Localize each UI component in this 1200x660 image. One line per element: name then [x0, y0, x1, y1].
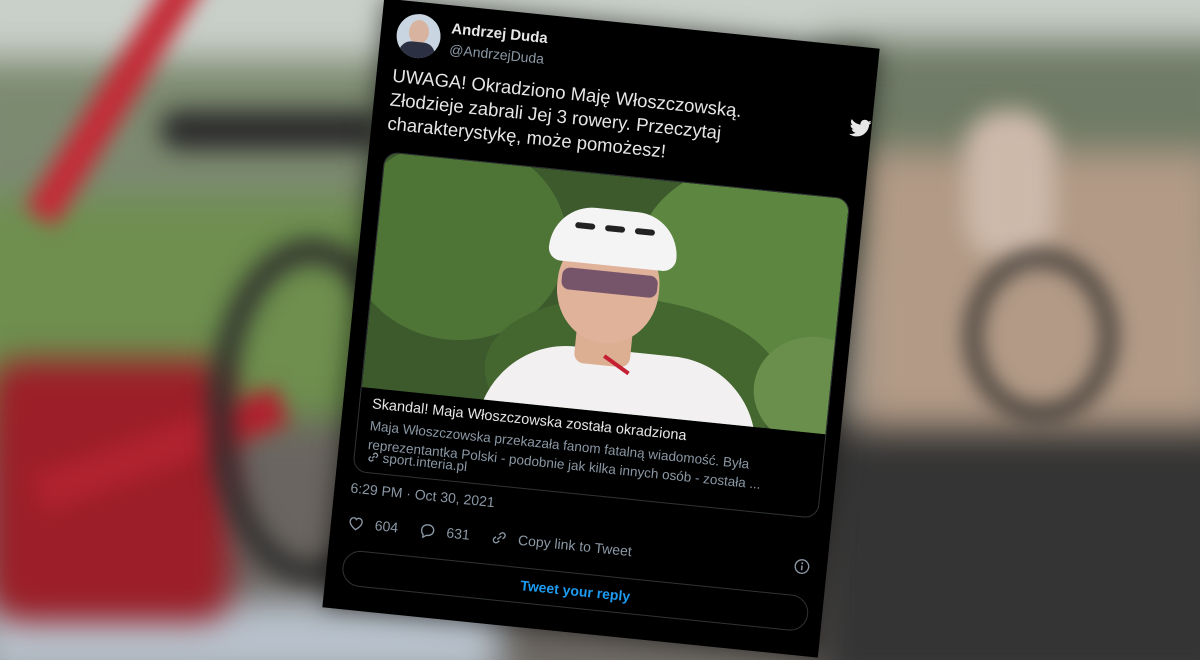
copy-link-button[interactable]: Copy link to Tweet: [489, 524, 633, 564]
heart-icon: [349, 517, 363, 531]
bicycle-blur: [0, 360, 230, 620]
reply-action-button[interactable]: 631: [417, 517, 471, 548]
tweet-timestamp[interactable]: 6:29 PM · Oct 30, 2021: [350, 480, 496, 511]
cyclist-photo: [361, 152, 850, 435]
link-card[interactable]: Skandal! Maja Włoszczowska została okrad…: [352, 151, 851, 519]
copy-link-label: Copy link to Tweet: [517, 531, 633, 560]
avatar[interactable]: [394, 11, 443, 61]
link-icon: [368, 452, 379, 462]
speech-bubble-icon: [420, 524, 435, 539]
link-icon: [492, 532, 506, 544]
tweet-card: Andrzej Duda @AndrzejDuda UWAGA! Okradzi…: [322, 0, 880, 658]
info-icon[interactable]: [792, 557, 812, 577]
like-button[interactable]: 604: [346, 509, 400, 540]
twitter-bird-icon[interactable]: [848, 118, 873, 138]
like-count: 604: [374, 517, 399, 536]
reply-count: 631: [445, 524, 471, 543]
background-rider-blur: [965, 110, 1055, 260]
